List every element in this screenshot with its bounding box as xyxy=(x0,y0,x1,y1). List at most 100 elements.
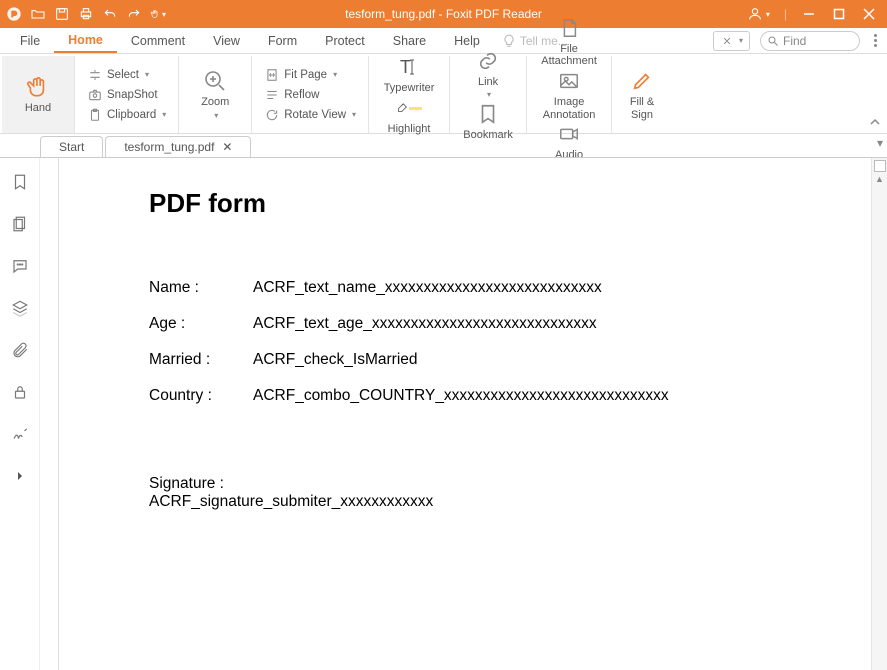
menu-home[interactable]: Home xyxy=(54,29,117,53)
app-logo-icon[interactable] xyxy=(6,6,22,22)
snapshot-label: SnapShot xyxy=(107,89,158,101)
rotateview-label: Rotate View xyxy=(284,109,346,121)
file-icon xyxy=(556,15,582,41)
more-options-button[interactable] xyxy=(870,34,881,47)
fitpage-dropdown[interactable]: Fit Page▾ xyxy=(260,66,360,84)
attachments-panel-icon[interactable] xyxy=(10,340,30,360)
zoom-tool[interactable]: Zoom▾ xyxy=(187,68,243,121)
fillsign-tool[interactable]: Fill & Sign xyxy=(620,68,664,121)
signatures-panel-icon[interactable] xyxy=(10,424,30,444)
open-folder-icon[interactable] xyxy=(30,6,46,22)
page-heading: PDF form xyxy=(149,188,887,219)
field-value: ACRF_check_IsMarried xyxy=(253,351,418,369)
menu-file[interactable]: File xyxy=(6,30,54,52)
help-dropdown[interactable]: ▾ xyxy=(713,31,750,51)
link-label: Link xyxy=(478,76,498,88)
field-value: ACRF_text_name_xxxxxxxxxxxxxxxxxxxxxxxxx… xyxy=(253,279,602,297)
tab-start-label: Start xyxy=(59,140,84,154)
scroll-top-button[interactable] xyxy=(874,160,886,172)
imageanno-tool[interactable]: Image Annotation xyxy=(536,68,602,121)
search-icon xyxy=(767,35,779,47)
typewriter-icon: T xyxy=(396,54,422,80)
highlight-tool[interactable]: Highlight xyxy=(381,95,437,136)
clipboard-icon xyxy=(87,107,103,123)
pdf-page: PDF form Name :ACRF_text_name_xxxxxxxxxx… xyxy=(59,158,887,511)
menu-protect[interactable]: Protect xyxy=(311,30,379,52)
camera-icon xyxy=(87,87,103,103)
field-label: Country : xyxy=(149,387,253,405)
highlight-icon xyxy=(396,95,422,121)
rotateview-dropdown[interactable]: Rotate View▾ xyxy=(260,106,360,124)
document-tabbar: Start tesform_tung.pdf ✕ ▾ xyxy=(0,134,887,158)
rotate-icon xyxy=(264,107,280,123)
svg-text:T: T xyxy=(400,57,411,77)
side-panel xyxy=(0,158,40,670)
link-tool[interactable]: Link▾ xyxy=(466,48,510,101)
reflow-icon xyxy=(264,87,280,103)
close-button[interactable] xyxy=(861,6,877,22)
menu-share[interactable]: Share xyxy=(379,30,440,52)
ribbon-collapse-icon[interactable] xyxy=(869,116,881,131)
zoom-label: Zoom xyxy=(201,96,229,108)
fileattach-label: File Attachment xyxy=(541,43,597,68)
field-value: ACRF_text_age_xxxxxxxxxxxxxxxxxxxxxxxxxx… xyxy=(253,315,597,333)
titlebar: ▾ tesform_tung.pdf - Foxit PDF Reader ▾ … xyxy=(0,0,887,28)
redo-icon[interactable] xyxy=(126,6,142,22)
menu-comment[interactable]: Comment xyxy=(117,30,199,52)
fillsign-label: Fill & Sign xyxy=(630,96,654,121)
clipboard-dropdown[interactable]: Clipboard▾ xyxy=(83,106,170,124)
pages-panel-icon[interactable] xyxy=(10,214,30,234)
menubar: File Home Comment View Form Protect Shar… xyxy=(0,28,887,54)
scroll-up-icon[interactable]: ▲ xyxy=(875,172,884,186)
clipboard-label: Clipboard xyxy=(107,109,156,121)
comments-panel-icon[interactable] xyxy=(10,256,30,276)
typewriter-tool[interactable]: T Typewriter xyxy=(377,54,441,95)
reflow-button[interactable]: Reflow xyxy=(260,86,360,104)
undo-icon[interactable] xyxy=(102,6,118,22)
tab-document-label: tesform_tung.pdf xyxy=(124,140,214,154)
minimize-button[interactable] xyxy=(801,6,817,22)
menu-view[interactable]: View xyxy=(199,30,254,52)
bookmarks-panel-icon[interactable] xyxy=(10,172,30,192)
signature-value: ACRF_signature_submiter_xxxxxxxxxxxx xyxy=(149,493,887,511)
tab-start[interactable]: Start xyxy=(40,136,103,157)
save-icon[interactable] xyxy=(54,6,70,22)
field-value: ACRF_combo_COUNTRY_xxxxxxxxxxxxxxxxxxxxx… xyxy=(253,387,669,405)
maximize-button[interactable] xyxy=(831,6,847,22)
select-dropdown[interactable]: Select▾ xyxy=(83,66,170,84)
field-label: Age : xyxy=(149,315,253,333)
arrows-icon xyxy=(720,34,734,48)
hand-quick-icon[interactable]: ▾ xyxy=(150,6,166,22)
form-row: Country :ACRF_combo_COUNTRY_xxxxxxxxxxxx… xyxy=(149,387,887,405)
hand-tool[interactable]: Hand xyxy=(10,74,66,115)
reflow-label: Reflow xyxy=(284,89,319,101)
select-label: Select xyxy=(107,69,139,81)
pencil-icon xyxy=(629,68,655,94)
form-row: Age :ACRF_text_age_xxxxxxxxxxxxxxxxxxxxx… xyxy=(149,315,887,333)
form-row: Married :ACRF_check_IsMarried xyxy=(149,351,887,369)
menu-form[interactable]: Form xyxy=(254,30,311,52)
form-row: Name :ACRF_text_name_xxxxxxxxxxxxxxxxxxx… xyxy=(149,279,887,297)
image-icon xyxy=(556,68,582,94)
window-title: tesform_tung.pdf - Foxit PDF Reader xyxy=(345,7,542,21)
find-placeholder: Find xyxy=(783,34,806,48)
document-viewport: PDF form Name :ACRF_text_name_xxxxxxxxxx… xyxy=(40,158,887,670)
side-expand-icon[interactable] xyxy=(15,470,25,484)
vertical-scrollbar[interactable]: ▲ xyxy=(871,158,887,670)
layers-panel-icon[interactable] xyxy=(10,298,30,318)
tab-close-icon[interactable]: ✕ xyxy=(222,140,232,154)
ribbon: Hand Select▾ SnapShot Clipboard▾ Zoom▾ xyxy=(0,54,887,134)
print-icon[interactable] xyxy=(78,6,94,22)
fileattach-tool[interactable]: File Attachment xyxy=(535,15,603,68)
tab-document[interactable]: tesform_tung.pdf ✕ xyxy=(105,136,251,157)
signature-block: Signature : ACRF_signature_submiter_xxxx… xyxy=(149,475,887,511)
select-icon xyxy=(87,67,103,83)
hand-label: Hand xyxy=(25,102,51,115)
find-box[interactable]: Find xyxy=(760,31,860,51)
document-canvas[interactable]: PDF form Name :ACRF_text_name_xxxxxxxxxx… xyxy=(58,158,887,670)
security-panel-icon[interactable] xyxy=(10,382,30,402)
user-icon[interactable]: ▾ xyxy=(747,6,770,22)
field-label: Name : xyxy=(149,279,253,297)
tab-overflow-icon[interactable]: ▾ xyxy=(877,136,883,150)
snapshot-button[interactable]: SnapShot xyxy=(83,86,170,104)
